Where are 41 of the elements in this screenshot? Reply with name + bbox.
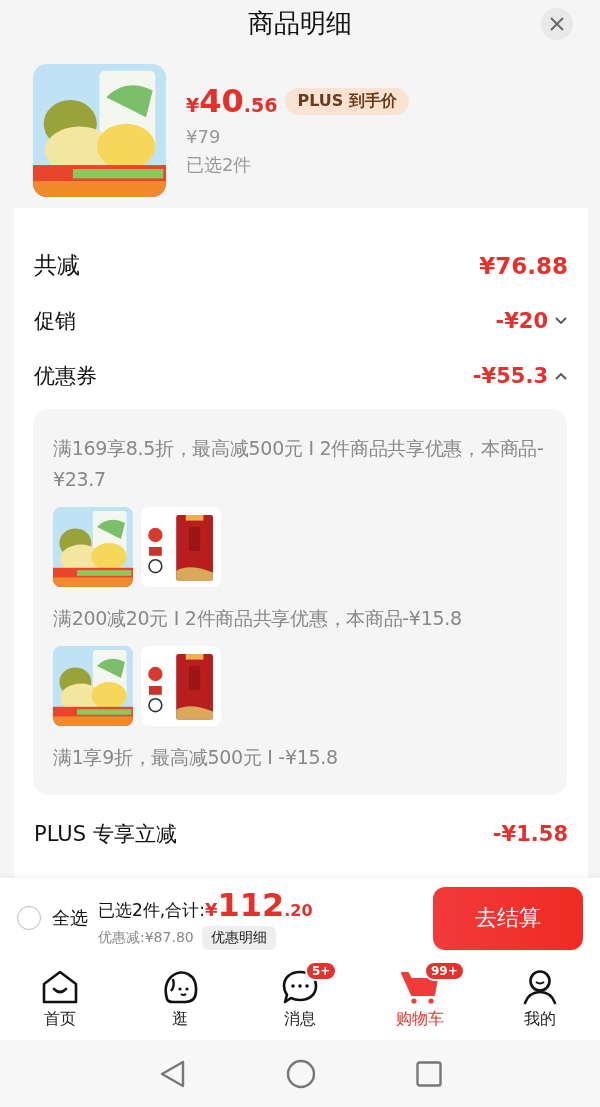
sheet-title: 商品明细	[248, 7, 352, 40]
home-button[interactable]	[286, 1058, 316, 1089]
select-all-checkbox[interactable]	[17, 906, 41, 930]
count-badge: 99+	[424, 960, 465, 981]
coupon-text: 满169享8.5折，最高减500元 I 2件商品共享优惠，本商品-¥23.7	[53, 436, 545, 492]
row-label: 优惠券	[34, 362, 97, 390]
tab[interactable]: 首页	[0, 958, 120, 1040]
row-value: ¥76.88	[479, 252, 568, 279]
back-icon	[158, 1058, 186, 1089]
original-price: ¥79	[186, 126, 222, 147]
price: ¥40.56	[186, 82, 278, 120]
tab[interactable]: 我的	[480, 958, 600, 1040]
count-badge: 5+	[305, 960, 338, 981]
summary-text: 已选2件,合计:	[98, 899, 205, 922]
checkout-button[interactable]: 去结算	[433, 886, 583, 950]
tab[interactable]: 99+ 购物车	[360, 958, 480, 1040]
row-value: -¥1.58	[492, 822, 568, 846]
recents-button[interactable]	[416, 1060, 442, 1087]
quantity-text: 已选2件	[186, 153, 253, 177]
circle-icon	[286, 1058, 316, 1089]
row-label: 共减	[34, 251, 80, 280]
row-value: -¥20	[495, 308, 548, 333]
back-button[interactable]	[158, 1058, 186, 1089]
row-label: 促销	[34, 307, 76, 335]
total-price: ¥112.20	[204, 886, 313, 924]
tab[interactable]: 5+ 消息	[240, 958, 360, 1040]
tab[interactable]: 逛	[120, 958, 240, 1040]
discount-text: 优惠减:¥87.80	[98, 929, 194, 947]
coupon-text: 满1享9折，最高减500元 I -¥15.8	[53, 745, 339, 770]
discount-detail-button[interactable]: 优惠明细	[201, 926, 276, 950]
close-button[interactable]	[541, 8, 573, 40]
row-label: PLUS 专享立减	[34, 821, 177, 848]
close-icon	[549, 16, 565, 32]
person-icon	[521, 968, 559, 1005]
coupon-text: 满200减20元 I 2件商品共享优惠，本商品-¥15.8	[53, 606, 463, 631]
price-tag: PLUS 到手价	[285, 87, 409, 115]
select-all-label: 全选	[52, 906, 88, 930]
blob-face-icon	[161, 968, 199, 1005]
home-icon	[41, 968, 79, 1005]
square-icon	[416, 1060, 442, 1087]
row-value: -¥55.3	[472, 363, 548, 388]
